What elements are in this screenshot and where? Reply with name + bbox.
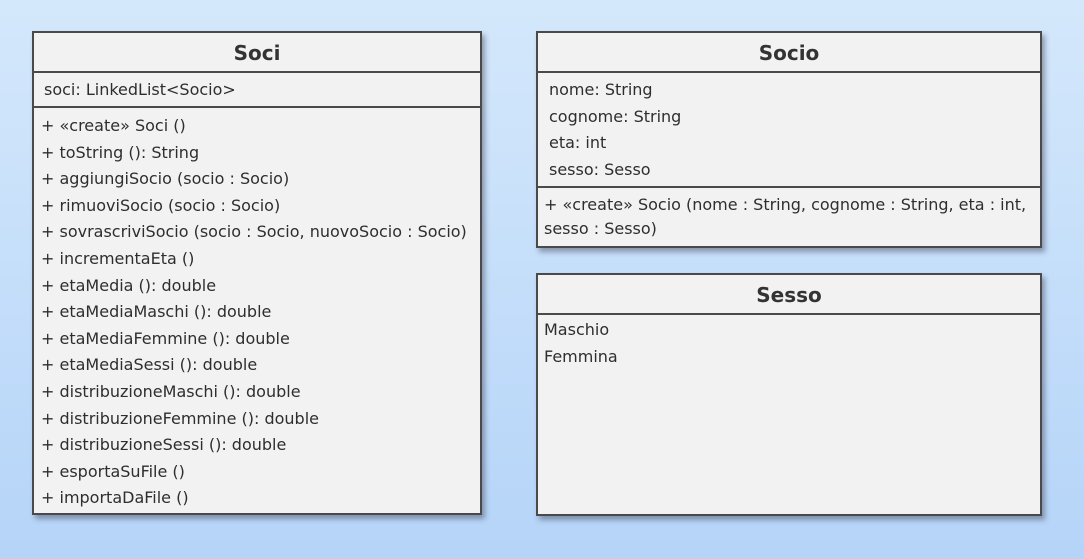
enum-literal: Maschio <box>544 320 610 339</box>
operation: + distribuzioneFemmine (): double <box>41 408 319 428</box>
operation: + distribuzioneMaschi (): double <box>41 381 301 401</box>
diagram-canvas: { "classes": { "soci": { "name": "Soci",… <box>0 0 1084 559</box>
enum-sesso-name: Sesso <box>538 275 1040 315</box>
operation: + importaDaFile () <box>41 488 189 508</box>
operation: + etaMediaFemmine (): double <box>41 328 290 348</box>
class-socio-operations: + «create» Socio (nome : String, cognome… <box>538 188 1040 241</box>
operation: + «create» Socio (nome : String, cognome… <box>544 195 1027 238</box>
class-soci-name: Soci <box>34 33 480 73</box>
attribute: eta: int <box>549 133 607 153</box>
attribute: soci: LinkedList<Socio> <box>44 80 236 99</box>
operation: + distribuzioneSessi (): double <box>41 435 287 455</box>
class-socio-attributes: nome: String cognome: String eta: int se… <box>538 73 1040 188</box>
class-soci[interactable]: Soci soci: LinkedList<Socio> + «create» … <box>32 31 482 515</box>
attribute: cognome: String <box>549 106 682 126</box>
class-socio[interactable]: Socio nome: String cognome: String eta: … <box>536 31 1042 248</box>
operation: + incrementaEta () <box>41 248 195 268</box>
enum-sesso[interactable]: Sesso Maschio Femmina <box>536 273 1042 516</box>
operation: + «create» Soci () <box>41 116 186 135</box>
class-soci-attributes: soci: LinkedList<Socio> <box>34 73 480 108</box>
enum-literal: Femmina <box>544 346 618 366</box>
attribute: sesso: Sesso <box>549 159 651 179</box>
class-soci-operations: + «create» Soci () + toString (): String… <box>34 108 480 512</box>
operation: + aggiungiSocio (socio : Socio) <box>41 169 290 189</box>
operation: + rimuoviSocio (socio : Socio) <box>41 195 281 215</box>
operation: + etaMediaSessi (): double <box>41 355 258 375</box>
attribute: nome: String <box>549 80 653 99</box>
class-socio-name: Socio <box>538 33 1040 73</box>
operation: + sovrascriviSocio (socio : Socio, nuovo… <box>41 222 467 242</box>
operation: + esportaSuFile () <box>41 461 185 481</box>
operation: + etaMediaMaschi (): double <box>41 302 272 322</box>
operation: + toString (): String <box>41 142 200 162</box>
enum-sesso-literals: Maschio Femmina <box>538 315 1040 370</box>
operation: + etaMedia (): double <box>41 275 217 295</box>
